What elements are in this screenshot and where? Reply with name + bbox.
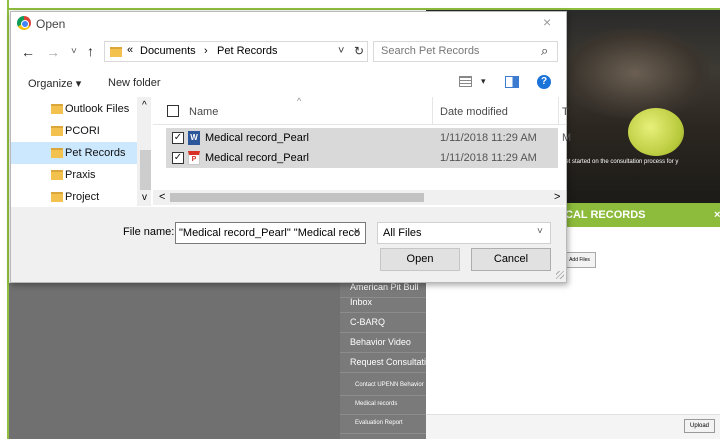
column-type-partial: T xyxy=(562,106,569,118)
help-icon[interactable]: ? xyxy=(537,75,551,89)
file-name: Medical record_Pearl xyxy=(205,152,309,164)
sidebar-item-label: Pet Records xyxy=(65,147,126,159)
scroll-right-icon[interactable]: > xyxy=(554,191,560,203)
folder-icon xyxy=(51,104,63,114)
sidebar-item-label: Outlook Files xyxy=(65,103,130,115)
file-date: 1/11/2018 11:29 AM xyxy=(440,152,537,164)
new-folder-button[interactable]: New folder xyxy=(108,77,161,89)
menu-item-request-consultation[interactable]: Request Consultation xyxy=(340,352,426,373)
file-checkbox[interactable]: ✓ xyxy=(172,132,184,144)
panel-footer xyxy=(426,414,720,439)
file-type-dropdown-icon[interactable]: ˅ xyxy=(537,226,543,237)
horizontal-scroll-thumb[interactable] xyxy=(170,193,424,202)
file-checkbox[interactable]: ✓ xyxy=(172,152,184,164)
recent-locations-dropdown-icon[interactable]: ˅ xyxy=(71,46,77,57)
search-icon[interactable]: ⌕ xyxy=(541,43,548,59)
menu-item-inbox[interactable]: Inbox xyxy=(340,292,426,313)
sidebar-item-pcori[interactable]: PCORI xyxy=(11,120,139,142)
column-divider[interactable] xyxy=(558,97,559,125)
folder-icon xyxy=(51,148,63,158)
scroll-up-icon[interactable]: ^ xyxy=(142,100,147,111)
breadcrumb-documents[interactable]: Documents xyxy=(140,45,196,57)
file-type-value: All Files xyxy=(383,227,422,239)
open-button[interactable]: Open xyxy=(380,248,460,271)
organize-button[interactable]: Organize ▾ xyxy=(28,77,81,90)
breadcrumb-pet-records[interactable]: Pet Records xyxy=(217,45,278,57)
dog-fur xyxy=(560,28,710,118)
word-doc-icon: W xyxy=(188,131,200,145)
preview-pane-icon[interactable] xyxy=(505,76,519,88)
resize-grip-icon[interactable] xyxy=(556,271,564,279)
photo-caption: get started on the consultation process … xyxy=(562,159,679,165)
folder-icon xyxy=(51,170,63,180)
records-panel-title: CAL RECORDS xyxy=(565,209,646,221)
sidebar-item-label: Project Destine xyxy=(65,191,100,203)
submenu-medical-records[interactable]: Medical records xyxy=(340,395,426,415)
submenu-evaluation-report[interactable]: Evaluation Report xyxy=(340,414,426,434)
file-name: Medical record_Pearl xyxy=(205,132,309,144)
sidebar-item-project-destine[interactable]: Project Destine xyxy=(11,186,139,206)
close-icon[interactable]: × xyxy=(714,203,720,227)
side-menu: American Pit Bull Inbox C-BARQ Behavior … xyxy=(340,282,426,439)
file-name-label: File name: xyxy=(123,226,175,238)
file-name-dropdown-icon[interactable]: ˅ xyxy=(354,226,360,237)
view-options-icon[interactable] xyxy=(459,76,472,87)
upload-button[interactable]: Upload xyxy=(684,419,715,433)
view-dropdown-icon[interactable]: ▾ xyxy=(481,76,486,87)
scroll-down-icon[interactable]: v xyxy=(142,192,147,203)
sort-indicator-icon: ^ xyxy=(297,96,302,106)
pdf-icon: P xyxy=(188,151,200,165)
file-type-select[interactable]: All Files xyxy=(377,222,551,244)
column-date-modified[interactable]: Date modified xyxy=(440,106,508,118)
submenu-contact-upenn[interactable]: Contact UPENN Behavior xyxy=(340,376,426,396)
forward-arrow-icon[interactable]: → xyxy=(46,44,60,60)
refresh-icon[interactable]: ↻ xyxy=(354,44,364,58)
file-row[interactable]: ✓ W Medical record_Pearl 1/11/2018 11:29… xyxy=(166,128,571,148)
sidebar-item-outlook-files[interactable]: Outlook Files xyxy=(11,98,139,120)
folder-icon xyxy=(51,192,63,202)
column-name[interactable]: Name xyxy=(189,106,218,118)
folder-icon xyxy=(110,47,122,57)
folder-icon xyxy=(51,126,63,136)
sidebar-scroll-thumb[interactable] xyxy=(140,150,151,190)
file-name-input[interactable]: "Medical record_Pearl" "Medical reco xyxy=(175,222,366,244)
file-date: 1/11/2018 11:29 AM xyxy=(440,132,537,144)
file-row[interactable]: ✓ P Medical record_Pearl 1/11/2018 11:29… xyxy=(166,148,558,168)
back-arrow-icon[interactable]: ← xyxy=(21,44,35,60)
file-name-value: "Medical record_Pearl" "Medical reco xyxy=(179,227,361,239)
dialog-title: Open xyxy=(36,17,66,31)
up-arrow-icon[interactable]: ↑ xyxy=(87,43,94,59)
select-all-checkbox[interactable] xyxy=(167,105,179,117)
tennis-ball xyxy=(628,108,684,156)
sidebar-item-label: PCORI xyxy=(65,125,100,137)
breadcrumb-separator: › xyxy=(204,45,208,57)
file-type-partial: M xyxy=(562,132,572,144)
sidebar-item-label: Praxis xyxy=(65,169,96,181)
scroll-left-icon[interactable]: < xyxy=(159,191,165,203)
menu-item-behavior-video[interactable]: Behavior Video xyxy=(340,332,426,353)
menu-item-cbarq[interactable]: C-BARQ xyxy=(340,312,426,333)
close-icon[interactable]: × xyxy=(543,14,551,30)
chrome-icon xyxy=(17,16,31,30)
search-placeholder: Search Pet Records xyxy=(381,45,480,57)
add-files-button[interactable]: Add Files xyxy=(563,252,596,268)
navigation-pane: Outlook Files PCORI Pet Records Praxis P… xyxy=(11,97,151,206)
sidebar-item-praxis[interactable]: Praxis xyxy=(11,164,139,186)
cancel-button[interactable]: Cancel xyxy=(471,248,551,271)
address-overflow-icon[interactable]: « xyxy=(127,44,133,56)
overlay-gray-area xyxy=(9,283,340,439)
address-dropdown-icon[interactable]: ˅ xyxy=(338,45,344,57)
sidebar-item-pet-records[interactable]: Pet Records xyxy=(11,142,139,164)
column-divider[interactable] xyxy=(432,97,433,125)
